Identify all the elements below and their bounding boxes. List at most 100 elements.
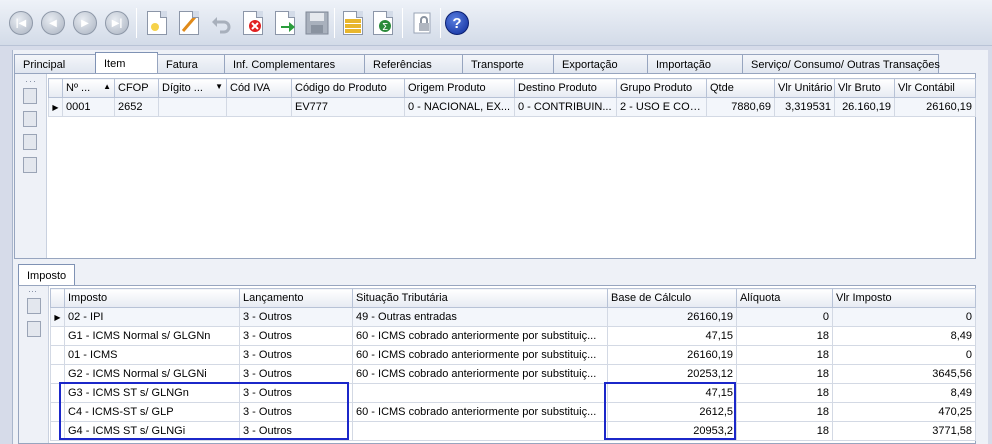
cell-codigo-produto[interactable]: EV777 [291, 97, 405, 117]
new-button[interactable] [142, 8, 172, 38]
table-row[interactable]: 01 - ICMS 3 - Outros 60 - ICMS cobrado a… [50, 345, 976, 365]
cell-destino[interactable]: 0 - CONTRIBUIN... [514, 97, 617, 117]
cell-vlr-imposto[interactable]: 3645,56 [832, 364, 976, 384]
column-header[interactable]: Origem Produto [404, 78, 515, 98]
remove-row-icon[interactable] [27, 321, 41, 337]
cell-aliquota[interactable]: 18 [736, 383, 833, 403]
column-header[interactable]: Qtde [706, 78, 775, 98]
cell-cod-iva[interactable] [226, 97, 292, 117]
table-row[interactable]: ▶ 0001 2652 EV777 0 - NACIONAL, EX... 0 … [48, 97, 976, 117]
cell-aliquota[interactable]: 0 [736, 307, 833, 327]
cell-imposto[interactable]: G2 - ICMS Normal s/ GLGNi [64, 364, 240, 384]
tab-transporte[interactable]: Transporte [462, 54, 554, 74]
column-header[interactable]: Vlr Contábil [894, 78, 976, 98]
save-button[interactable] [302, 8, 332, 38]
cell-situacao[interactable]: 49 - Outras entradas [352, 307, 608, 327]
lock-button[interactable] [408, 8, 438, 38]
cell-vlr-imposto[interactable]: 3771,58 [832, 421, 976, 441]
delete-button[interactable] [238, 8, 268, 38]
cell-imposto[interactable]: 02 - IPI [64, 307, 240, 327]
tab-importacao[interactable]: Importação [647, 54, 743, 74]
cell-vlr-imposto[interactable]: 470,25 [832, 402, 976, 422]
cell-imposto[interactable]: G1 - ICMS Normal s/ GLGNn [64, 326, 240, 346]
cell-aliquota[interactable]: 18 [736, 402, 833, 422]
cell-grupo[interactable]: 2 - USO E CON... [616, 97, 707, 117]
cell-situacao[interactable] [352, 421, 608, 441]
cell-situacao[interactable]: 60 - ICMS cobrado anteriormente por subs… [352, 345, 608, 365]
column-header[interactable]: Imposto [64, 288, 240, 308]
table-row[interactable]: ▶ 02 - IPI 3 - Outros 49 - Outras entrad… [50, 307, 976, 327]
filter-icon[interactable]: ▼ [215, 82, 223, 91]
cell-aliquota[interactable]: 18 [736, 345, 833, 365]
column-header[interactable]: Cód IVA [226, 78, 292, 98]
first-record-button[interactable]: |◀ [6, 8, 36, 38]
cell-vlr-contabil[interactable]: 26160,19 [894, 97, 976, 117]
report-button[interactable] [338, 8, 368, 38]
cell-vlr-imposto[interactable]: 8,49 [832, 326, 976, 346]
tab-servico-consumo[interactable]: Serviço/ Consumo/ Outras Transações [742, 54, 940, 74]
cell-aliquota[interactable]: 18 [736, 326, 833, 346]
tab-fatura[interactable]: Fatura [157, 54, 225, 74]
tab-item[interactable]: Item [95, 52, 158, 74]
remove-row-icon[interactable] [23, 157, 37, 173]
previous-record-button[interactable]: ◀ [38, 8, 68, 38]
edit-row-icon[interactable] [23, 134, 37, 150]
column-header[interactable]: Base de Cálculo [607, 288, 737, 308]
totals-button[interactable]: Σ [368, 8, 398, 38]
column-header[interactable]: Vlr Bruto [834, 78, 895, 98]
list-icon[interactable] [23, 111, 37, 127]
column-header[interactable]: Situação Tributária [352, 288, 608, 308]
tab-exportacao[interactable]: Exportação [553, 54, 648, 74]
cell-vlr-imposto[interactable]: 0 [832, 345, 976, 365]
cell-lancamento[interactable]: 3 - Outros [239, 345, 353, 365]
column-header[interactable]: Lançamento [239, 288, 353, 308]
cell-qtde[interactable]: 7880,69 [706, 97, 775, 117]
column-header[interactable]: Vlr Imposto [832, 288, 976, 308]
column-header[interactable]: Grupo Produto [616, 78, 707, 98]
undo-icon [212, 17, 231, 34]
cell-lancamento[interactable]: 3 - Outros [239, 326, 353, 346]
cell-lancamento[interactable]: 3 - Outros [239, 307, 353, 327]
cell-vlr-imposto[interactable]: 8,49 [832, 383, 976, 403]
add-row-icon[interactable] [23, 88, 37, 104]
cell-base-calculo[interactable]: 47,15 [607, 326, 737, 346]
cell-cfop[interactable]: 2652 [114, 97, 159, 117]
edit-button[interactable] [174, 8, 204, 38]
table-row[interactable]: G2 - ICMS Normal s/ GLGNi 3 - Outros 60 … [50, 364, 976, 384]
cell-origem[interactable]: 0 - NACIONAL, EX... [404, 97, 515, 117]
tab-inf-complementares[interactable]: Inf. Complementares [224, 54, 365, 74]
column-header[interactable]: Vlr Unitário [774, 78, 835, 98]
cell-vlr-imposto[interactable]: 0 [832, 307, 976, 327]
column-header[interactable]: Código do Produto [291, 78, 405, 98]
cell-base-calculo[interactable]: 26160,19 [607, 307, 737, 327]
column-header[interactable]: Dígito ... ▼ [158, 78, 227, 98]
column-header[interactable]: Alíquota [736, 288, 833, 308]
cell-situacao[interactable]: 60 - ICMS cobrado anteriormente por subs… [352, 402, 608, 422]
table-row[interactable]: G1 - ICMS Normal s/ GLGNn 3 - Outros 60 … [50, 326, 976, 346]
cell-situacao[interactable]: 60 - ICMS cobrado anteriormente por subs… [352, 364, 608, 384]
tab-principal[interactable]: Principal [14, 54, 96, 74]
cell-situacao[interactable]: 60 - ICMS cobrado anteriormente por subs… [352, 326, 608, 346]
column-header[interactable]: Nº ... ▲ [62, 78, 115, 98]
last-record-button[interactable]: ▶| [102, 8, 132, 38]
cell-situacao[interactable] [352, 383, 608, 403]
cell-lancamento[interactable]: 3 - Outros [239, 364, 353, 384]
column-header[interactable]: CFOP [114, 78, 159, 98]
cell-digito[interactable] [158, 97, 227, 117]
cell-numero[interactable]: 0001 [62, 97, 115, 117]
cell-imposto[interactable]: 01 - ICMS [64, 345, 240, 365]
list-icon[interactable] [27, 298, 41, 314]
next-record-button[interactable]: ▶ [70, 8, 100, 38]
cell-aliquota[interactable]: 18 [736, 421, 833, 441]
cell-aliquota[interactable]: 18 [736, 364, 833, 384]
confirm-button[interactable] [270, 8, 300, 38]
undo-button[interactable] [206, 8, 236, 38]
tab-referencias[interactable]: Referências [364, 54, 463, 74]
column-header[interactable]: Destino Produto [514, 78, 617, 98]
cell-vlr-bruto[interactable]: 26.160,19 [834, 97, 895, 117]
cell-base-calculo[interactable]: 26160,19 [607, 345, 737, 365]
cell-vlr-unitario[interactable]: 3,319531 [774, 97, 835, 117]
tab-imposto[interactable]: Imposto [18, 264, 76, 286]
help-button[interactable]: ? [442, 8, 472, 38]
cell-base-calculo[interactable]: 20253,12 [607, 364, 737, 384]
